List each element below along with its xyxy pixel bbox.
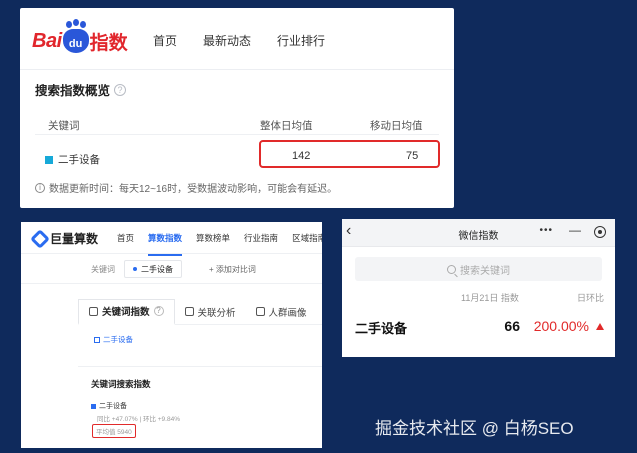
logo-text-bai: Bai <box>32 29 62 52</box>
wechat-index-panel: ‹ 微信指数 ••• — 搜索关键词 11月21日 指数 日环比 二手设备 66… <box>342 219 615 357</box>
juliang-logo-icon <box>30 228 50 249</box>
related-tab-icon <box>184 307 194 316</box>
series-swatch <box>91 403 96 409</box>
change-percent: 200.00% <box>533 318 589 334</box>
selected-keyword[interactable]: 二手设备 <box>94 334 133 345</box>
update-note: i 数据更新时间：每天12~16时，受数据波动影响，可能会有延迟。 <box>35 180 337 195</box>
col-header-mobile: 移动日均值 <box>370 120 423 132</box>
search-icon <box>447 264 456 274</box>
wechat-titlebar: ‹ 微信指数 ••• — <box>342 219 615 247</box>
logo-text-zhishu: 指数 <box>89 32 128 54</box>
index-tab-icon <box>89 306 98 316</box>
baidu-paw-icon: du <box>62 21 89 53</box>
keyword-dot-icon <box>133 267 137 271</box>
section-title: 搜索指数概览 ? <box>35 80 127 99</box>
baidu-header: Bai du 指数 首页 最新动态 行业排行 <box>20 8 454 70</box>
keyword-chip[interactable]: 二手设备 <box>124 260 182 278</box>
nav-rankings[interactable]: 算数榜单 <box>196 232 230 256</box>
tab-audience-profile[interactable]: 人群画像 <box>246 299 317 325</box>
nav-latest-news[interactable]: 最新动态 <box>203 32 251 49</box>
audience-tab-icon <box>255 307 265 316</box>
nav-industry-rank[interactable]: 行业排行 <box>277 32 325 49</box>
search-index-card: 关键词搜索指数 二手设备 同比 +47.07% | 环比 +9.84% 平均值 … <box>78 366 322 448</box>
juliang-logo[interactable]: 巨量算数 <box>30 228 99 249</box>
average-value: 平均值 5940 <box>92 424 136 438</box>
baidu-index-panel: Bai du 指数 首页 最新动态 行业排行 搜索指数概览 ? 关键词 整体日均… <box>20 8 454 208</box>
card-title: 关键词搜索指数 <box>91 379 151 389</box>
series-legend: 二手设备 <box>91 401 127 411</box>
day-over-day-label: 日环比 <box>576 293 604 303</box>
baidu-nav: 首页 最新动态 行业排行 <box>153 32 325 49</box>
col-header-keyword: 关键词 <box>48 120 80 132</box>
juliang-header: 巨量算数 首页 算数指数 算数榜单 行业指南 区域指南 <box>21 222 322 256</box>
juliang-panel: 巨量算数 首页 算数指数 算数榜单 行业指南 区域指南 关键词 二手设备 + 添… <box>21 222 322 448</box>
up-triangle-icon <box>596 323 604 330</box>
tab-audience-label: 人群画像 <box>268 307 307 319</box>
nav-home[interactable]: 首页 <box>117 232 134 256</box>
keyword-color-swatch <box>45 155 53 164</box>
close-target-icon[interactable] <box>594 226 606 238</box>
update-note-text: 数据更新时间：每天12~16时，受数据波动影响，可能会有延迟。 <box>49 184 338 195</box>
nav-home[interactable]: 首页 <box>153 32 177 49</box>
tab-keyword-index[interactable]: 关键词指数 ? <box>78 298 175 325</box>
table-row-keyword: 二手设备 <box>45 152 100 167</box>
tab-related-label: 关联分析 <box>197 307 236 319</box>
keyword-name: 二手设备 <box>355 321 408 336</box>
tab-keyword-index-label: 关键词指数 <box>102 307 150 318</box>
section-title-text: 搜索指数概览 <box>35 84 111 98</box>
nav-region-guide[interactable]: 区域指南 <box>292 232 322 256</box>
selected-keyword-text: 二手设备 <box>103 335 133 344</box>
index-value: 66 <box>504 318 520 334</box>
keyword-bar: 关键词 二手设备 + 添加对比词 <box>21 254 322 284</box>
search-placeholder: 搜索关键词 <box>460 265 510 277</box>
nav-index[interactable]: 算数指数 <box>148 232 183 256</box>
series-name: 二手设备 <box>99 403 127 410</box>
search-input[interactable]: 搜索关键词 <box>355 257 602 281</box>
date-index-label: 11月21日 指数 <box>461 293 519 303</box>
minimize-icon[interactable]: — <box>569 223 581 237</box>
juliang-logo-text: 巨量算数 <box>50 232 99 246</box>
col-header-overall: 整体日均值 <box>260 120 313 132</box>
juliang-nav: 首页 算数指数 算数榜单 行业指南 区域指南 <box>117 232 322 256</box>
keyword-label: 关键词 <box>91 265 115 274</box>
highlight-box <box>259 140 440 168</box>
nav-industry-guide[interactable]: 行业指南 <box>244 232 278 256</box>
table-divider <box>35 134 439 135</box>
watermark: 掘金技术社区 @ 白杨SEO <box>375 419 574 438</box>
help-icon[interactable]: ? <box>114 83 127 96</box>
juliang-tabs: 关键词指数 ? 关联分析 人群画像 <box>78 298 322 325</box>
baidu-index-logo[interactable]: Bai du 指数 <box>32 21 128 54</box>
checkbox-icon <box>94 336 100 343</box>
add-compare-button[interactable]: + 添加对比词 <box>209 264 256 275</box>
keyword-chip-text: 二手设备 <box>141 264 173 274</box>
yoy-mom-ratio: 同比 +47.07% | 环比 +9.84% <box>97 416 180 423</box>
keyword-text: 二手设备 <box>58 154 100 166</box>
more-dots-icon[interactable]: ••• <box>539 225 553 236</box>
tab-help-icon[interactable]: ? <box>153 306 164 316</box>
tab-related-analysis[interactable]: 关联分析 <box>175 299 246 325</box>
info-icon: i <box>35 182 45 193</box>
